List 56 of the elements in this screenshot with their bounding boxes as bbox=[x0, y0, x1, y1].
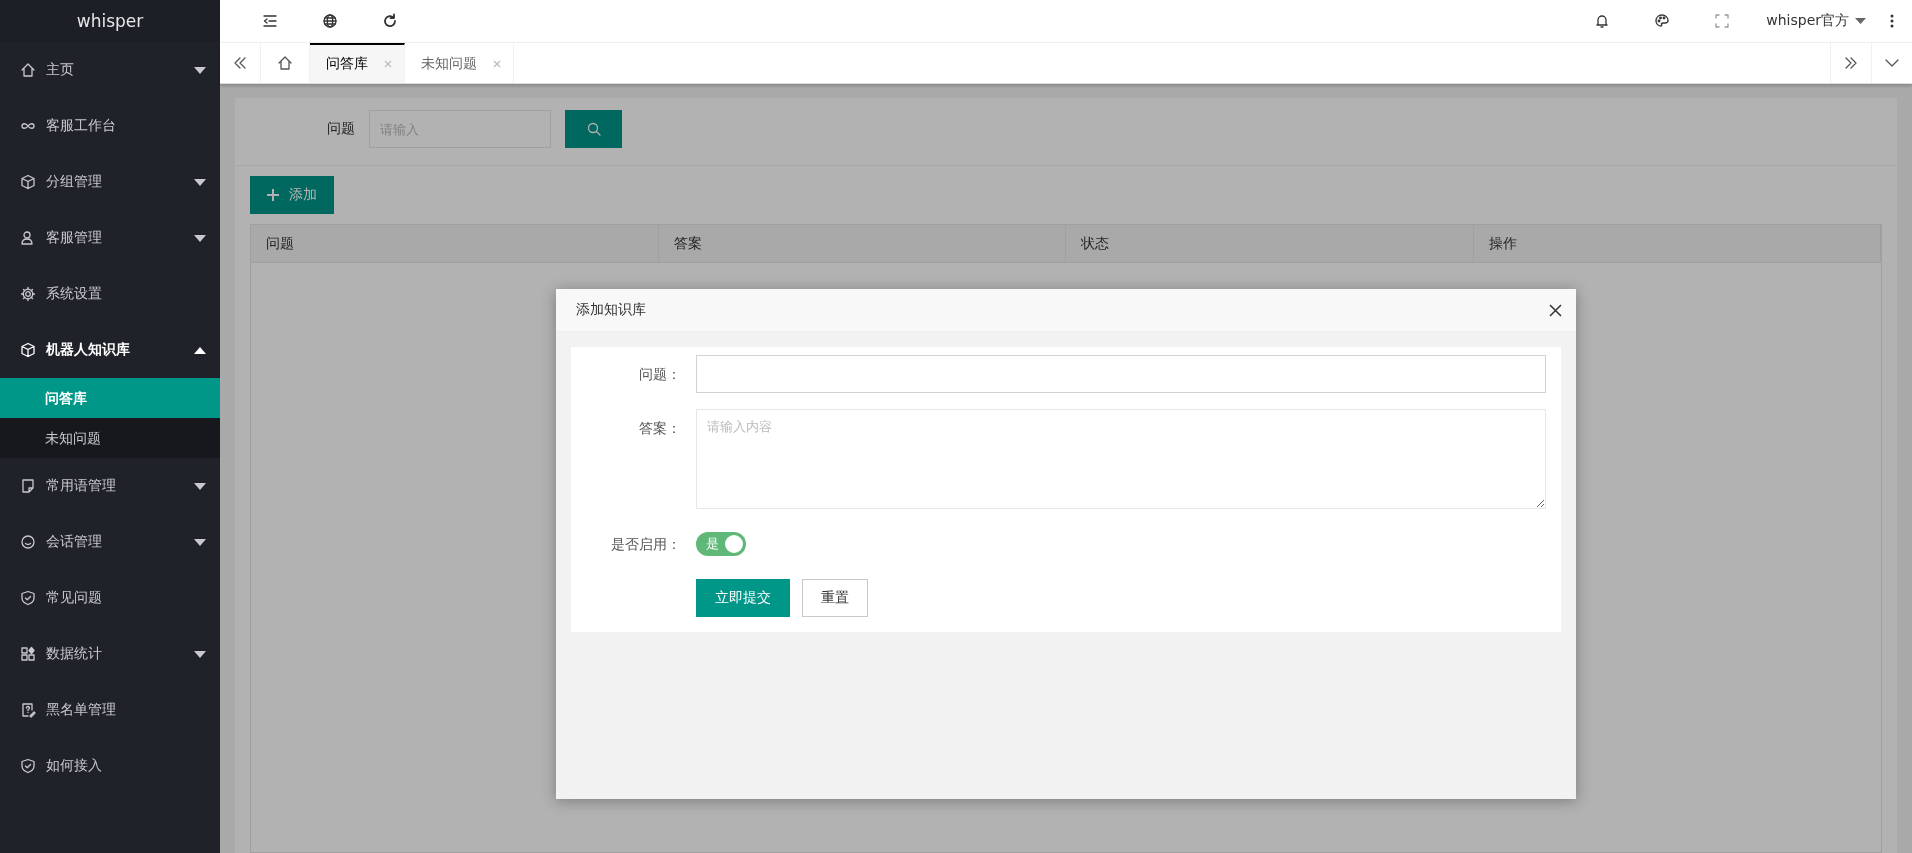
outdent-icon bbox=[262, 13, 278, 29]
document-icon bbox=[20, 702, 36, 718]
column-header: 操作 bbox=[1473, 225, 1881, 263]
submit-button[interactable]: 立即提交 bbox=[696, 579, 790, 617]
column-header: 答案 bbox=[658, 225, 1066, 263]
globe-icon bbox=[322, 13, 338, 29]
refresh-icon bbox=[382, 13, 398, 29]
caret-icon bbox=[1855, 18, 1866, 24]
sidebar-item[interactable]: 客服管理 bbox=[0, 210, 220, 266]
sidebar-item[interactable]: 常用语管理 bbox=[0, 458, 220, 514]
fullscreen-icon bbox=[1714, 13, 1731, 29]
note-icon bbox=[20, 478, 36, 494]
home-icon bbox=[277, 55, 293, 71]
sidebar-item[interactable]: 系统设置 bbox=[0, 266, 220, 322]
sidebar-item[interactable]: 常见问题 bbox=[0, 570, 220, 626]
submenu-item[interactable]: 未知问题 bbox=[0, 418, 220, 458]
search-button[interactable] bbox=[565, 110, 622, 148]
sidebar-item[interactable]: 主页 bbox=[0, 42, 220, 98]
sidebar-item[interactable]: 如何接入 bbox=[0, 738, 220, 794]
submenu-item[interactable]: 问答库 bbox=[0, 378, 220, 418]
double-chevron-right-icon bbox=[1843, 55, 1859, 71]
question-field[interactable] bbox=[696, 355, 1546, 393]
reset-button[interactable]: 重置 bbox=[802, 579, 868, 617]
search-label: 问题 bbox=[326, 120, 355, 138]
sidebar-item[interactable]: 客服工作台 bbox=[0, 98, 220, 154]
close-icon[interactable] bbox=[1549, 303, 1562, 317]
sidebar-item[interactable]: 分组管理 bbox=[0, 154, 220, 210]
column-header: 状态 bbox=[1066, 225, 1474, 263]
plus-icon bbox=[267, 189, 279, 201]
field-label: 答案： bbox=[638, 419, 681, 438]
user-menu[interactable]: whisper官方 bbox=[1752, 0, 1880, 42]
field-label: 问题： bbox=[638, 365, 681, 384]
cube-icon bbox=[20, 342, 36, 358]
sidebar-item[interactable]: 黑名单管理 bbox=[0, 682, 220, 738]
sidebar-item[interactable]: 数据统计 bbox=[0, 626, 220, 682]
sidebar-item[interactable]: 会话管理 bbox=[0, 514, 220, 570]
settings-icon bbox=[20, 286, 36, 302]
double-chevron-left-icon bbox=[232, 55, 248, 71]
user-icon bbox=[20, 230, 36, 246]
column-header: 问题 bbox=[251, 225, 659, 263]
field-label: 是否启用： bbox=[610, 535, 681, 554]
page-tab[interactable]: 未知问题 bbox=[405, 43, 514, 83]
search-icon bbox=[585, 121, 602, 137]
dialog-title: 添加知识库 bbox=[576, 301, 646, 319]
page-tab[interactable]: 问答库 bbox=[310, 43, 405, 83]
more-icon bbox=[1890, 14, 1894, 28]
shield-icon bbox=[20, 758, 36, 774]
palette-icon bbox=[1654, 13, 1671, 29]
grid-icon bbox=[20, 646, 36, 662]
app-logo: whisper bbox=[76, 11, 144, 31]
sidebar-item[interactable]: 机器人知识库 bbox=[0, 322, 220, 378]
shield-icon bbox=[20, 590, 36, 606]
answer-field[interactable]: 请输入内容 bbox=[696, 409, 1546, 509]
cube-icon bbox=[20, 174, 36, 190]
smiley-icon bbox=[20, 534, 36, 550]
home-icon bbox=[20, 62, 36, 78]
